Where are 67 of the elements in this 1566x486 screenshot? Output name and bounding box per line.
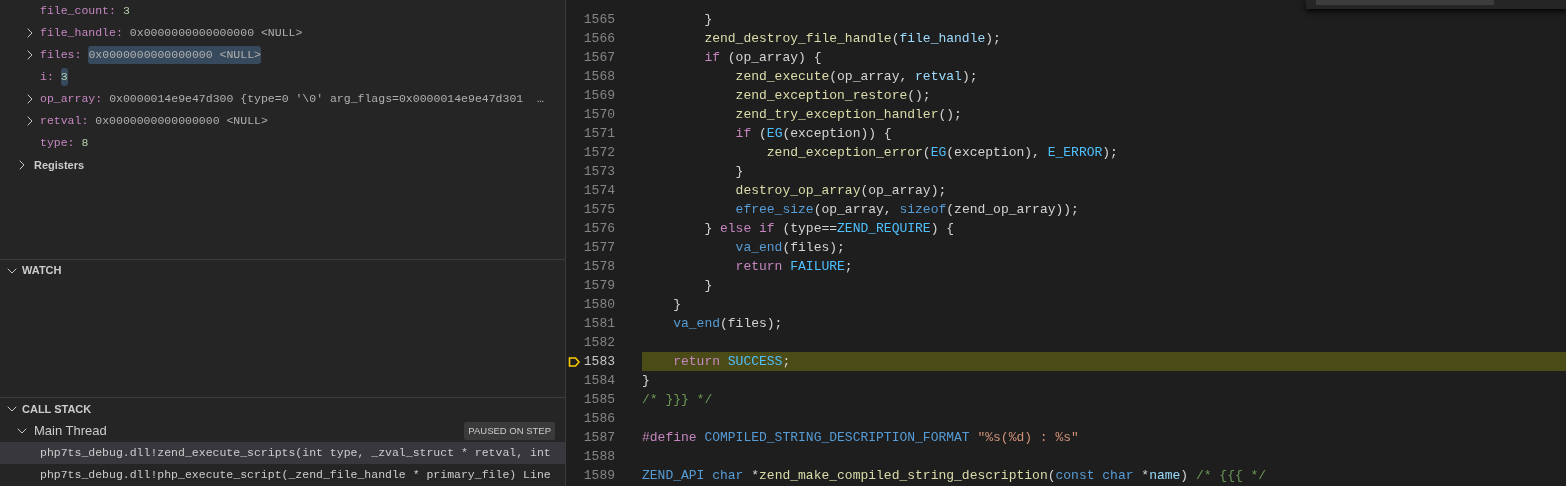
variable-value: 0x0000014e9e47d300 {type=0 '\0' arg_flags=0x0000014e9e47d301 … bbox=[109, 91, 544, 108]
code-line: zend_exception_restore(); bbox=[734, 87, 932, 105]
variable-value: 3 bbox=[60, 68, 68, 86]
line-number: 1585 bbox=[582, 390, 615, 409]
line-number: 1588 bbox=[582, 447, 615, 466]
line-number: 1566 bbox=[582, 29, 615, 48]
line-number: 1568 bbox=[582, 67, 615, 86]
line-number: 1577 bbox=[582, 238, 615, 257]
code-line: #define COMPILED_STRING_DESCRIPTION_FORMAT "%s(%d) : %s" bbox=[642, 429, 1080, 447]
code-line: return FAILURE; bbox=[734, 258, 854, 276]
code-line: zend_exception_error(EG(exception), E_ERROR); bbox=[765, 144, 1119, 162]
code-line: zend_try_exception_handler(); bbox=[734, 106, 963, 124]
line-number: 1571 bbox=[582, 124, 615, 143]
line-number: 1574 bbox=[582, 181, 615, 200]
line-number: 1578 bbox=[582, 257, 615, 276]
variable-name: file_handle: bbox=[40, 25, 123, 42]
code-line: } else if (type==ZEND_REQUIRE) { bbox=[703, 220, 956, 238]
variable-value: 0x0000000000000000 <NULL> bbox=[129, 25, 303, 42]
stack-frame[interactable]: php7ts_debug.dll!php_execute_script(_zend_file_handle * primary_file) Line bbox=[0, 464, 565, 486]
code-line: } bbox=[734, 163, 745, 181]
line-number: 1580 bbox=[582, 295, 615, 314]
code-line: efree_size(op_array, sizeof(zend_op_array)); bbox=[734, 201, 1080, 219]
code-line: } bbox=[703, 277, 714, 295]
line-number: 1587 bbox=[582, 428, 615, 447]
line-number: 1569 bbox=[582, 86, 615, 105]
code-line: if (EG(exception)) { bbox=[734, 125, 893, 143]
variable-name: i: bbox=[40, 69, 54, 86]
line-number: 1572 bbox=[582, 143, 615, 162]
code-line: ZEND_API char *zend_make_compiled_string_description(const char *name) /* {{{ */ bbox=[642, 467, 1268, 485]
code-line: } bbox=[703, 11, 714, 29]
code-line: } bbox=[672, 296, 682, 314]
variable-name: retval: bbox=[40, 113, 89, 130]
stack-frame[interactable]: php7ts_debug.dll!zend_execute_scripts(int type, _zval_struct * retval, int bbox=[0, 442, 565, 464]
code-line: va_end(files); bbox=[734, 239, 846, 257]
variable-value: 0x0000000000000000 <NULL> bbox=[95, 113, 268, 130]
watch-header[interactable]: WATCH bbox=[22, 262, 62, 279]
code-line: zend_destroy_file_handle(file_handle); bbox=[703, 30, 1002, 48]
status-badge: PAUSED ON STEP bbox=[464, 421, 555, 441]
variable-value: 0x0000000000000000 <NULL> bbox=[88, 46, 261, 64]
variable-value: 8 bbox=[81, 135, 89, 152]
variable-name: files: bbox=[40, 47, 82, 64]
code-line: destroy_op_array(op_array); bbox=[734, 182, 948, 200]
line-number: 1579 bbox=[582, 276, 615, 295]
line-number: 1573 bbox=[582, 162, 615, 181]
line-number: 1589 bbox=[582, 466, 615, 485]
code-line: va_end(files); bbox=[672, 315, 784, 333]
line-number: 1567 bbox=[582, 48, 615, 67]
line-number: 1582 bbox=[582, 333, 615, 352]
variable-value: 3 bbox=[122, 3, 130, 20]
code-line: } bbox=[642, 372, 651, 390]
registers-label[interactable]: Registers bbox=[34, 156, 85, 174]
line-number: 1565 bbox=[582, 10, 615, 29]
line-number: 1583 bbox=[582, 352, 615, 371]
code-line: /* }}} */ bbox=[642, 391, 714, 409]
line-number: 1570 bbox=[582, 105, 615, 124]
variable-name: type: bbox=[40, 135, 75, 152]
line-number: 1575 bbox=[582, 200, 615, 219]
line-number: 1576 bbox=[582, 219, 615, 238]
code-line: zend_execute(op_array, retval); bbox=[734, 68, 979, 86]
code-line: if (op_array) { bbox=[703, 49, 823, 67]
line-number: 1586 bbox=[582, 409, 615, 428]
variable-name: op_array: bbox=[40, 91, 103, 108]
variable-name: file_count: bbox=[40, 3, 116, 20]
line-number: 1581 bbox=[582, 314, 615, 333]
call-stack-header[interactable]: CALL STACK bbox=[22, 400, 92, 418]
thread-label[interactable]: Main Thread bbox=[34, 421, 465, 441]
line-number: 1584 bbox=[582, 371, 615, 390]
